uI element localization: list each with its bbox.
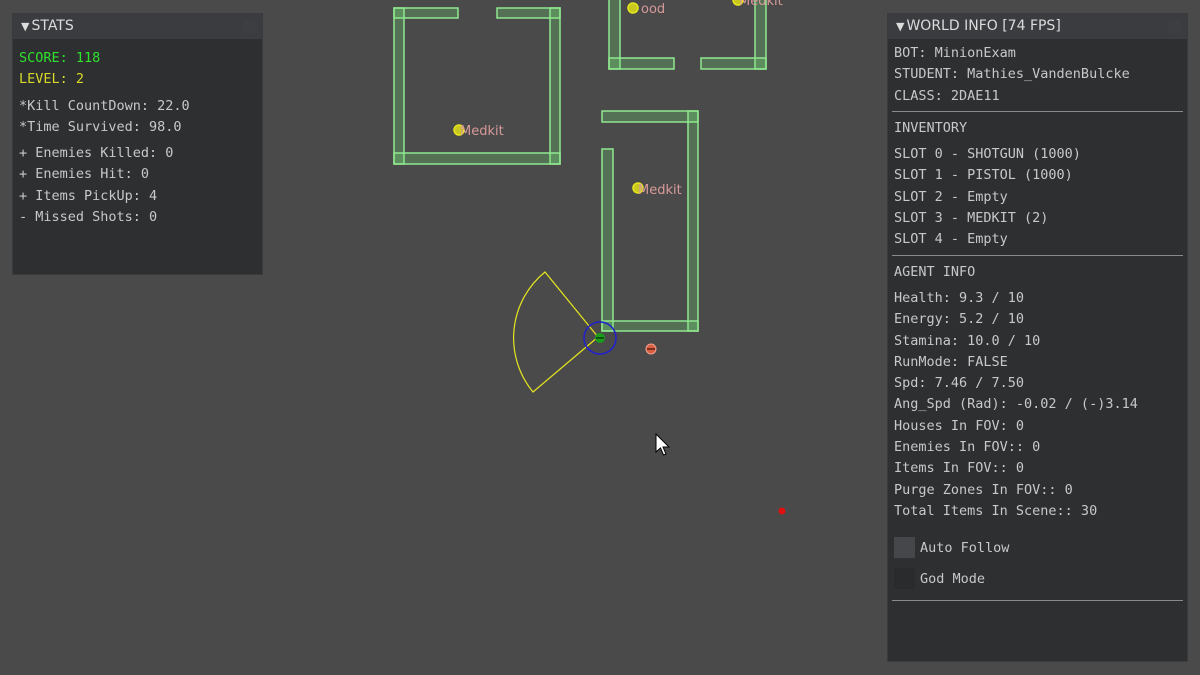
enemies-killed-text: + Enemies Killed: 0 — [19, 145, 174, 162]
close-icon[interactable] — [242, 19, 257, 34]
separator — [892, 600, 1183, 602]
time-survived-text: *Time Survived: 98.0 — [19, 118, 182, 135]
house-middle — [601, 110, 699, 332]
agent-runmode-text: RunMode: FALSE — [894, 353, 1008, 370]
god-mode-label: God Mode — [920, 570, 986, 587]
total-items-text: Total Items In Scene:: 30 — [894, 502, 1098, 519]
world-info-title: WORLD INFO [74 FPS] — [906, 18, 1061, 34]
world-info-panel[interactable]: ▼ WORLD INFO [74 FPS] BOT: MinionExam STU… — [887, 13, 1188, 662]
stats-panel-header[interactable]: ▼ STATS — [13, 14, 262, 39]
inventory-slot: SLOT 4 - Empty — [894, 231, 1008, 248]
label-medkit-top: Medkit — [739, 0, 783, 9]
item-food — [627, 2, 639, 14]
inventory-slot: SLOT 0 - SHOTGUN (1000) — [894, 146, 1081, 163]
agent-stamina-text: Stamina: 10.0 / 10 — [894, 332, 1041, 349]
enemies-hit-text: + Enemies Hit: 0 — [19, 166, 150, 183]
separator — [892, 110, 1183, 112]
separator — [892, 254, 1183, 256]
mouse-cursor-icon — [655, 433, 671, 456]
enemies-in-fov-text: Enemies In FOV:: 0 — [894, 439, 1041, 456]
world-info-panel-header[interactable]: ▼ WORLD INFO [74 FPS] — [888, 14, 1187, 39]
inventory-slot: SLOT 3 - MEDKIT (2) — [894, 210, 1049, 227]
agent — [583, 321, 617, 355]
stats-title: STATS — [31, 18, 74, 34]
auto-follow-checkbox[interactable] — [894, 537, 915, 559]
god-mode-checkbox-row[interactable]: God Mode — [888, 563, 1187, 594]
inventory-heading: INVENTORY — [894, 119, 968, 136]
bot-text: BOT: MinionExam — [894, 45, 1016, 61]
agent-health-text: Health: 9.3 / 10 — [894, 289, 1025, 306]
inventory-slot: SLOT 1 - PISTOL (1000) — [894, 167, 1073, 184]
agent-info-heading: AGENT INFO — [894, 263, 976, 280]
inventory-slot: SLOT 2 - Empty — [894, 188, 1008, 205]
collapse-triangle-icon[interactable]: ▼ — [896, 20, 904, 33]
agent-energy-text: Energy: 5.2 / 10 — [894, 311, 1025, 328]
missed-shots-text: - Missed Shots: 0 — [19, 209, 158, 226]
level-text: LEVEL: 2 — [19, 71, 85, 88]
close-icon[interactable] — [1167, 19, 1182, 34]
kill-countdown-text: *Kill CountDown: 22.0 — [19, 97, 190, 114]
label-medkit-middle: Medkit — [638, 183, 682, 198]
target-marker — [778, 507, 786, 515]
score-text: SCORE: 118 — [19, 50, 101, 66]
label-medkit-left: Medkit — [460, 124, 504, 139]
agent-speed-text: Spd: 7.46 / 7.50 — [894, 375, 1025, 392]
student-text: STUDENT: Mathies_VandenBulcke — [894, 66, 1130, 83]
items-pickup-text: + Items PickUp: 4 — [19, 187, 158, 204]
houses-in-fov-text: Houses In FOV: 0 — [894, 417, 1025, 434]
agent-angular-speed-text: Ang_Spd (Rad): -0.02 / (-)3.14 — [894, 396, 1138, 413]
items-in-fov-text: Items In FOV:: 0 — [894, 460, 1025, 477]
god-mode-checkbox[interactable] — [894, 568, 915, 590]
label-food: ood — [641, 2, 666, 17]
auto-follow-checkbox-row[interactable]: Auto Follow — [888, 532, 1187, 563]
purge-zones-in-fov-text: Purge Zones In FOV:: 0 — [894, 481, 1073, 498]
collapse-triangle-icon[interactable]: ▼ — [21, 20, 29, 33]
auto-follow-label: Auto Follow — [920, 539, 1010, 556]
enemy — [645, 343, 657, 355]
stats-panel[interactable]: ▼ STATS SCORE: 118 LEVEL: 2 *Kill CountDo… — [12, 13, 263, 275]
class-text: CLASS: 2DAE11 — [894, 87, 1000, 104]
house-left — [393, 7, 561, 165]
